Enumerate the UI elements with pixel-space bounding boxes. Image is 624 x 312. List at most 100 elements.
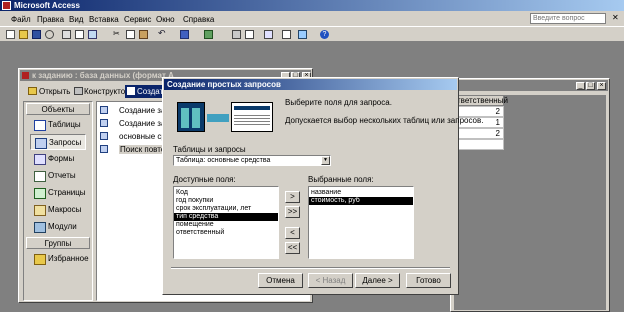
objects-header[interactable]: Объекты <box>26 103 90 115</box>
database-window-icon[interactable] <box>298 30 307 39</box>
groups-header[interactable]: Группы <box>26 237 90 249</box>
menu-help[interactable]: Справка <box>183 15 214 24</box>
objects-item-queries[interactable]: Запросы <box>30 134 86 150</box>
copy-icon[interactable] <box>126 30 135 39</box>
remove-all-fields-button[interactable]: << <box>285 242 300 254</box>
search-icon[interactable] <box>45 30 54 39</box>
minimize-icon[interactable]: _ <box>576 82 585 90</box>
preview-icon[interactable] <box>75 30 84 39</box>
module-icon <box>34 222 46 233</box>
list-item[interactable]: помещение <box>174 221 278 229</box>
remove-field-button[interactable]: < <box>285 227 300 239</box>
objects-bar: Объекты Таблицы Запросы Формы Отчеты Стр… <box>23 101 93 301</box>
menu-insert[interactable]: Вставка <box>89 15 119 24</box>
table-cell[interactable]: 2 <box>454 128 504 139</box>
form-icon <box>34 154 46 165</box>
cancel-button[interactable]: Отмена <box>258 273 303 288</box>
help-search-input[interactable] <box>530 13 606 24</box>
query-wizard-icon <box>100 106 108 114</box>
menu-view[interactable]: Вид <box>69 15 83 24</box>
list-item[interactable]: срок эксплуатации, лет <box>174 205 278 213</box>
access-icon <box>2 1 11 10</box>
app-title: Microsoft Access <box>14 1 80 10</box>
database-icon <box>22 72 29 79</box>
page-icon <box>34 188 46 199</box>
table-cell[interactable] <box>454 139 504 150</box>
objects-item-macros[interactable]: Макросы <box>30 202 86 218</box>
source-table-column <box>192 108 200 128</box>
database-window-title: к заданию : база данных (формат А <box>32 71 174 80</box>
help-icon[interactable]: ? <box>320 30 329 39</box>
undo-icon[interactable]: ↶ <box>158 29 167 38</box>
office-links-icon[interactable] <box>180 30 189 39</box>
next-button[interactable]: Далее > <box>355 273 400 288</box>
list-item[interactable]: год покупки <box>174 197 278 205</box>
design-icon[interactable] <box>74 87 83 95</box>
create-icon <box>127 87 135 95</box>
list-item-selected[interactable]: стоимость, руб <box>309 197 413 205</box>
groups-item-favorites[interactable]: Избранное <box>30 251 89 267</box>
source-table-column <box>181 108 189 128</box>
objects-item-reports[interactable]: Отчеты <box>30 168 86 184</box>
objects-item-forms[interactable]: Формы <box>30 151 86 167</box>
objects-item-pages[interactable]: Страницы <box>30 185 86 201</box>
cut-icon[interactable]: ✂ <box>113 30 122 39</box>
table-window: _ □ × тветственный 2 1 2 <box>450 78 610 312</box>
query-icon <box>100 145 108 153</box>
wizard-prompt: Выберите поля для запроса. <box>285 98 392 107</box>
query-icon <box>35 138 47 149</box>
table-icon <box>34 120 46 131</box>
menu-window[interactable]: Окно <box>156 15 175 24</box>
menu-edit[interactable]: Правка <box>37 15 64 24</box>
open-object-icon[interactable] <box>28 87 37 95</box>
spelling-icon[interactable] <box>88 30 97 39</box>
objects-item-tables[interactable]: Таблицы <box>30 117 86 133</box>
menu-file[interactable]: Файл <box>11 15 31 24</box>
table-header: тветственный <box>454 95 508 106</box>
tables-queries-label: Таблицы и запросы <box>173 145 246 154</box>
wizard-hint: Допускается выбор нескольких таблиц или … <box>285 116 484 125</box>
tables-queries-combobox[interactable]: Таблица: основные средства ▼ <box>173 155 331 166</box>
query-wizard-icon <box>100 119 108 127</box>
selected-fields-list[interactable]: название стоимость, руб <box>308 186 414 259</box>
macro-icon <box>34 205 46 216</box>
query-icon <box>100 132 108 140</box>
design-button[interactable]: Конструктор <box>84 87 130 96</box>
back-button[interactable]: < Назад <box>308 273 353 288</box>
open-button[interactable]: Открыть <box>39 87 70 96</box>
close-doc-icon[interactable]: ✕ <box>612 13 619 22</box>
wizard-title-bar: Создание простых запросов <box>164 79 457 90</box>
save-icon[interactable] <box>32 30 41 39</box>
chevron-down-icon[interactable]: ▼ <box>321 156 330 165</box>
relationships-icon[interactable] <box>264 30 273 39</box>
print-icon[interactable] <box>62 30 71 39</box>
maximize-icon[interactable]: □ <box>586 82 595 90</box>
list-item-selected[interactable]: тип средства <box>174 213 278 221</box>
finish-button[interactable]: Готово <box>406 273 451 288</box>
result-table-header <box>234 106 270 110</box>
code-icon[interactable] <box>232 30 241 39</box>
available-fields-label: Доступные поля: <box>173 175 236 184</box>
add-all-fields-button[interactable]: >> <box>285 206 300 218</box>
add-field-button[interactable]: > <box>285 191 300 203</box>
objects-item-modules[interactable]: Модули <box>30 219 86 235</box>
list-item[interactable]: Код <box>174 189 278 197</box>
properties-icon[interactable] <box>245 30 254 39</box>
menu-tools[interactable]: Сервис <box>124 15 151 24</box>
list-item[interactable]: название <box>309 189 413 197</box>
new-object-icon[interactable] <box>282 30 291 39</box>
list-item[interactable]: ответственный <box>174 229 278 237</box>
close-icon[interactable]: × <box>597 82 606 90</box>
open-icon[interactable] <box>19 30 28 39</box>
report-icon <box>34 171 46 182</box>
new-icon[interactable] <box>6 30 15 39</box>
available-fields-list[interactable]: Код год покупки срок эксплуатации, лет т… <box>173 186 279 259</box>
analyze-icon[interactable] <box>204 30 213 39</box>
paste-icon[interactable] <box>139 30 148 39</box>
wizard-title: Создание простых запросов <box>167 80 281 89</box>
wizard-illustration <box>173 98 278 140</box>
favorites-icon <box>34 254 46 265</box>
table-grid: тветственный 2 1 2 <box>454 95 606 310</box>
arrow-icon <box>207 114 229 122</box>
result-table-rows <box>234 113 270 127</box>
